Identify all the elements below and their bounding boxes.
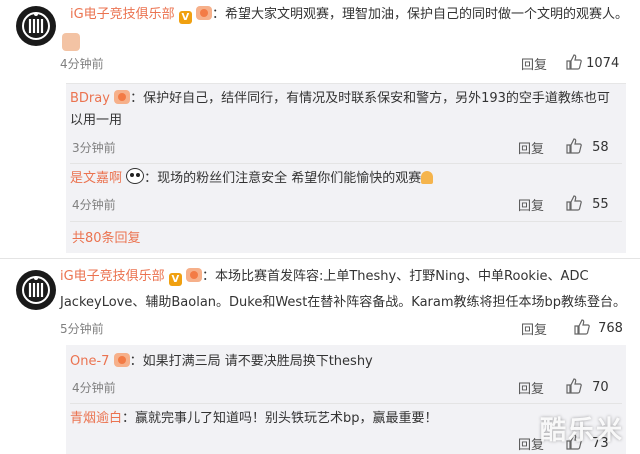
comment-author[interactable]: iG电子竞技俱乐部	[70, 7, 175, 22]
like-count: 55	[592, 197, 609, 212]
reply-time: 4分钟前	[72, 381, 116, 395]
reply-time: 3分钟前	[72, 141, 116, 155]
like-count: 70	[592, 380, 609, 395]
ig-logo-icon	[17, 271, 55, 309]
reply-button[interactable]: 回复	[518, 138, 544, 157]
vip-crown-icon	[185, 268, 202, 282]
comment-time: 5分钟前	[60, 322, 104, 336]
reply-text: ：如果打满三局 请不要决胜局换下theshy	[129, 354, 373, 369]
pray-emoji-icon	[421, 171, 434, 184]
divider	[66, 83, 626, 84]
verified-badge-icon: V	[178, 11, 192, 24]
thumb-up-icon	[574, 319, 590, 335]
panda-emoji-icon	[126, 168, 145, 184]
like-count: 1074	[586, 56, 620, 71]
comment-author[interactable]: iG电子竞技俱乐部	[60, 269, 165, 284]
comment-time: 4分钟前	[60, 57, 104, 71]
reply-author[interactable]: One-7	[70, 354, 109, 369]
avatar[interactable]	[16, 270, 56, 310]
thumb-up-icon	[566, 138, 582, 154]
reply-author[interactable]: 是文嘉啊	[70, 171, 122, 186]
like-button[interactable]: 1074	[566, 54, 619, 71]
divider	[70, 403, 622, 404]
watermark: 酷乐米	[540, 416, 625, 446]
like-count: 58	[592, 140, 609, 155]
like-button[interactable]: 768	[574, 319, 623, 336]
reply-button[interactable]: 回复	[521, 319, 547, 338]
reply-body: One-7 ：如果打满三局 请不要决胜局换下theshy	[70, 351, 373, 373]
thumb-up-icon	[566, 54, 582, 70]
like-button[interactable]: 55	[566, 195, 609, 212]
reply-author[interactable]: 青烟逾白	[70, 411, 122, 426]
avatar[interactable]	[16, 6, 56, 46]
divider	[70, 221, 622, 222]
comment-text: ：本场比赛首发阵容:上单Theshy、打野Ning、中单Rookie、ADC	[201, 269, 589, 284]
reply-body: BDray ：保护好自己，结伴同行，有情况及时联系保安和警方，另外193的空手道…	[70, 88, 610, 110]
thumb-up-icon	[566, 195, 582, 211]
comment-text: ：希望大家文明观赛，理智加油，保护自己的同时做一个文明的观赛人。	[211, 7, 628, 22]
reply-body: 青烟逾白：赢就完事儿了知道吗！别头铁玩艺术bp，赢最重要！	[70, 408, 438, 430]
reply-author[interactable]: BDray	[70, 91, 110, 106]
thumb-up-icon	[566, 378, 582, 394]
vip-crown-icon	[114, 90, 131, 104]
reply-body: 是文嘉啊 ：现场的粉丝们注意安全 希望你们能愉快的观赛	[70, 168, 434, 190]
verified-badge-icon: V	[168, 273, 182, 286]
comment-body: iG电子竞技俱乐部 V ：希望大家文明观赛，理智加油，保护自己的同时做一个文明的…	[70, 4, 628, 26]
divider	[0, 258, 640, 259]
comment-body: iG电子竞技俱乐部 V ：本场比赛首发阵容:上单Theshy、打野Ning、中单…	[60, 266, 589, 288]
vip-crown-icon	[195, 6, 212, 20]
reply-button[interactable]: 回复	[518, 195, 544, 214]
comment-text-cont: JackeyLove、辅助Baolan。Duke和West在替补阵容备战。Kar…	[60, 295, 627, 310]
ig-logo-icon	[17, 7, 55, 45]
more-replies-link[interactable]: 共80条回复	[72, 228, 141, 250]
reply-text: ：赢就完事儿了知道吗！别头铁玩艺术bp，赢最重要！	[122, 411, 438, 426]
reply-text: ：保护好自己，结伴同行，有情况及时联系保安和警方，另外193的空手道教练也可	[130, 91, 610, 106]
reply-button[interactable]: 回复	[518, 378, 544, 397]
clap-emoji-icon	[62, 33, 80, 51]
vip-crown-icon	[113, 353, 130, 367]
divider	[70, 163, 622, 164]
like-button[interactable]: 70	[566, 378, 609, 395]
like-button[interactable]: 58	[566, 138, 609, 155]
reply-text-cont: 以用一用	[70, 113, 123, 128]
like-count: 768	[598, 321, 623, 336]
reply-time: 4分钟前	[72, 198, 116, 212]
reply-button[interactable]: 回复	[521, 54, 547, 73]
reply-text: ：现场的粉丝们注意安全 希望你们能愉快的观赛	[144, 171, 422, 186]
